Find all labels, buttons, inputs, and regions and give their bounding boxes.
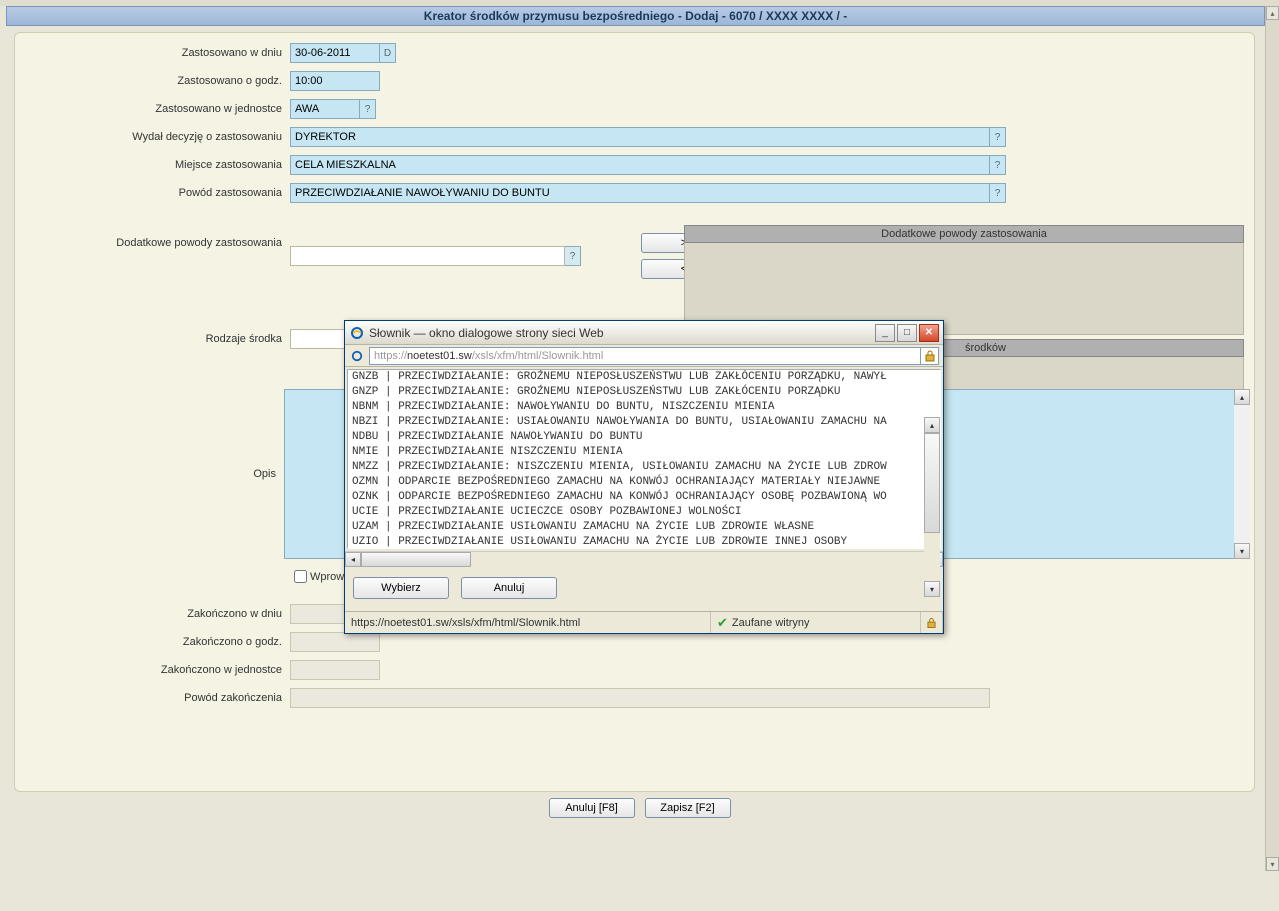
dialog-list-item[interactable]: NBZI | PRZECIWDZIAŁANIE: USIAŁOWANIU NAW…	[350, 415, 938, 430]
opis-scroll-up-icon[interactable]: ▴	[1234, 389, 1250, 405]
opis-scrollbar[interactable]: ▴ ▾	[1234, 389, 1250, 559]
status-url: https://noetest01.sw/xsls/xfm/html/Slown…	[345, 612, 711, 633]
dialog-cancel-button[interactable]: Anuluj	[461, 577, 557, 599]
zakonczono-jedn-input[interactable]	[290, 660, 380, 680]
dialog-list[interactable]: GNZB | PRZECIWDZIAŁANIE: GROŹNEMU NIEPOS…	[347, 369, 941, 549]
wprow-label: Wprow	[310, 571, 344, 583]
zakonczono-godz-input[interactable]	[290, 632, 380, 652]
label-zakonczono-jedn: Zakończono w jednostce	[25, 664, 290, 676]
wydal-lookup-button[interactable]: ?	[990, 127, 1006, 147]
right-box1-header: Dodatkowe powody zastosowania	[684, 225, 1244, 243]
dodatkowe-powody-input[interactable]	[290, 246, 565, 266]
vscroll-down-icon[interactable]: ▾	[924, 581, 940, 597]
check-icon: ✔	[717, 615, 728, 631]
close-button[interactable]: ✕	[919, 324, 939, 342]
dialog-list-item[interactable]: UZAM | PRZECIWDZIAŁANIE USIŁOWANIU ZAMAC…	[350, 520, 938, 535]
label-dodatkowe-powody: Dodatkowe powody zastosowania	[25, 233, 290, 249]
wprow-checkbox[interactable]	[294, 570, 307, 583]
scroll-down-icon[interactable]: ▾	[1266, 857, 1279, 871]
jedn-lookup-button[interactable]: ?	[360, 99, 376, 119]
anuluj-button[interactable]: Anuluj [F8]	[549, 798, 635, 818]
dialog-list-item[interactable]: OZNK | ODPARCIE BEZPOŚREDNIEGO ZAMACHU N…	[350, 490, 938, 505]
wydal-decyzje-input[interactable]	[290, 127, 990, 147]
dialog-vscrollbar[interactable]: ▴ ▾	[924, 417, 940, 597]
date-picker-button[interactable]: D	[380, 43, 396, 63]
dialog-titlebar[interactable]: Słownik — okno dialogowe strony sieci We…	[345, 321, 943, 345]
label-rodzaje-srodka: Rodzaje środka	[25, 329, 290, 345]
powod-zakon-input[interactable]	[290, 688, 990, 708]
zastosowano-godz-input[interactable]	[290, 71, 380, 91]
lock-icon	[921, 347, 939, 365]
dialog-hscrollbar[interactable]: ◂ ▸	[345, 551, 943, 567]
label-miejsce: Miejsce zastosowania	[25, 159, 290, 171]
slownik-dialog: Słownik — okno dialogowe strony sieci We…	[344, 320, 944, 634]
dialog-list-item[interactable]: NBNM | PRZECIWDZIAŁANIE: NAWOŁYWANIU DO …	[350, 400, 938, 415]
hscroll-left-icon[interactable]: ◂	[345, 552, 361, 567]
ie-small-icon	[349, 348, 365, 364]
zastosowano-jedn-input[interactable]	[290, 99, 360, 119]
dialog-list-item[interactable]: OZMN | ODPARCIE BEZPOŚREDNIEGO ZAMACHU N…	[350, 475, 938, 490]
miejsce-input[interactable]	[290, 155, 990, 175]
dialog-list-item[interactable]: NMIE | PRZECIWDZIAŁANIE NISZCZENIU MIENI…	[350, 445, 938, 460]
zastosowano-dniu-input[interactable]	[290, 43, 380, 63]
label-zastosowano-godz: Zastosowano o godz.	[25, 75, 290, 87]
label-zakonczono-godz: Zakończono o godz.	[25, 636, 290, 648]
status-lock-icon	[921, 612, 943, 633]
dodatkowe-lookup-button[interactable]: ?	[565, 246, 581, 266]
powod-lookup-button[interactable]: ?	[990, 183, 1006, 203]
label-opis: Opis	[25, 468, 284, 480]
label-powod: Powód zastosowania	[25, 187, 290, 199]
miejsce-lookup-button[interactable]: ?	[990, 155, 1006, 175]
opis-scroll-down-icon[interactable]: ▾	[1234, 543, 1250, 559]
page-title: Kreator środków przymusu bezpośredniego …	[6, 6, 1265, 26]
vscroll-thumb[interactable]	[924, 433, 940, 533]
dialog-url-bar[interactable]: https://noetest01.sw/xsls/xfm/html/Slown…	[369, 347, 921, 365]
scroll-up-icon[interactable]: ▴	[1266, 6, 1279, 20]
dialog-list-item[interactable]: GNZB | PRZECIWDZIAŁANIE: GROŹNEMU NIEPOS…	[350, 370, 938, 385]
label-wydal-decyzje: Wydał decyzję o zastosowaniu	[25, 131, 290, 143]
hscroll-thumb[interactable]	[361, 552, 471, 567]
label-zastosowano-dniu: Zastosowano w dniu	[25, 47, 290, 59]
maximize-button[interactable]: □	[897, 324, 917, 342]
minimize-button[interactable]: _	[875, 324, 895, 342]
dialog-select-button[interactable]: Wybierz	[353, 577, 449, 599]
zapisz-button[interactable]: Zapisz [F2]	[645, 798, 731, 818]
dialog-list-item[interactable]: NDBU | PRZECIWDZIAŁANIE NAWOŁYWANIU DO B…	[350, 430, 938, 445]
label-powod-zakon: Powód zakończenia	[25, 692, 290, 704]
dialog-list-item[interactable]: UCIE | PRZECIWDZIAŁANIE UCIECZCE OSOBY P…	[350, 505, 938, 520]
ie-icon	[349, 325, 365, 341]
main-scrollbar[interactable]: ▴ ▾	[1265, 6, 1279, 871]
dialog-list-item[interactable]: GNZP | PRZECIWDZIAŁANIE: GROŹNEMU NIEPOS…	[350, 385, 938, 400]
powod-input[interactable]	[290, 183, 990, 203]
vscroll-up-icon[interactable]: ▴	[924, 417, 940, 433]
dialog-title: Słownik — okno dialogowe strony sieci We…	[369, 326, 873, 340]
dialog-list-item[interactable]: NMZZ | PRZECIWDZIAŁANIE: NISZCZENIU MIEN…	[350, 460, 938, 475]
label-zakonczono-dniu: Zakończono w dniu	[25, 608, 290, 620]
dialog-list-item[interactable]: UZIO | PRZECIWDZIAŁANIE USIŁOWANIU ZAMAC…	[350, 535, 938, 549]
label-zastosowano-jedn: Zastosowano w jednostce	[25, 103, 290, 115]
status-zone: ✔ Zaufane witryny	[711, 612, 921, 633]
